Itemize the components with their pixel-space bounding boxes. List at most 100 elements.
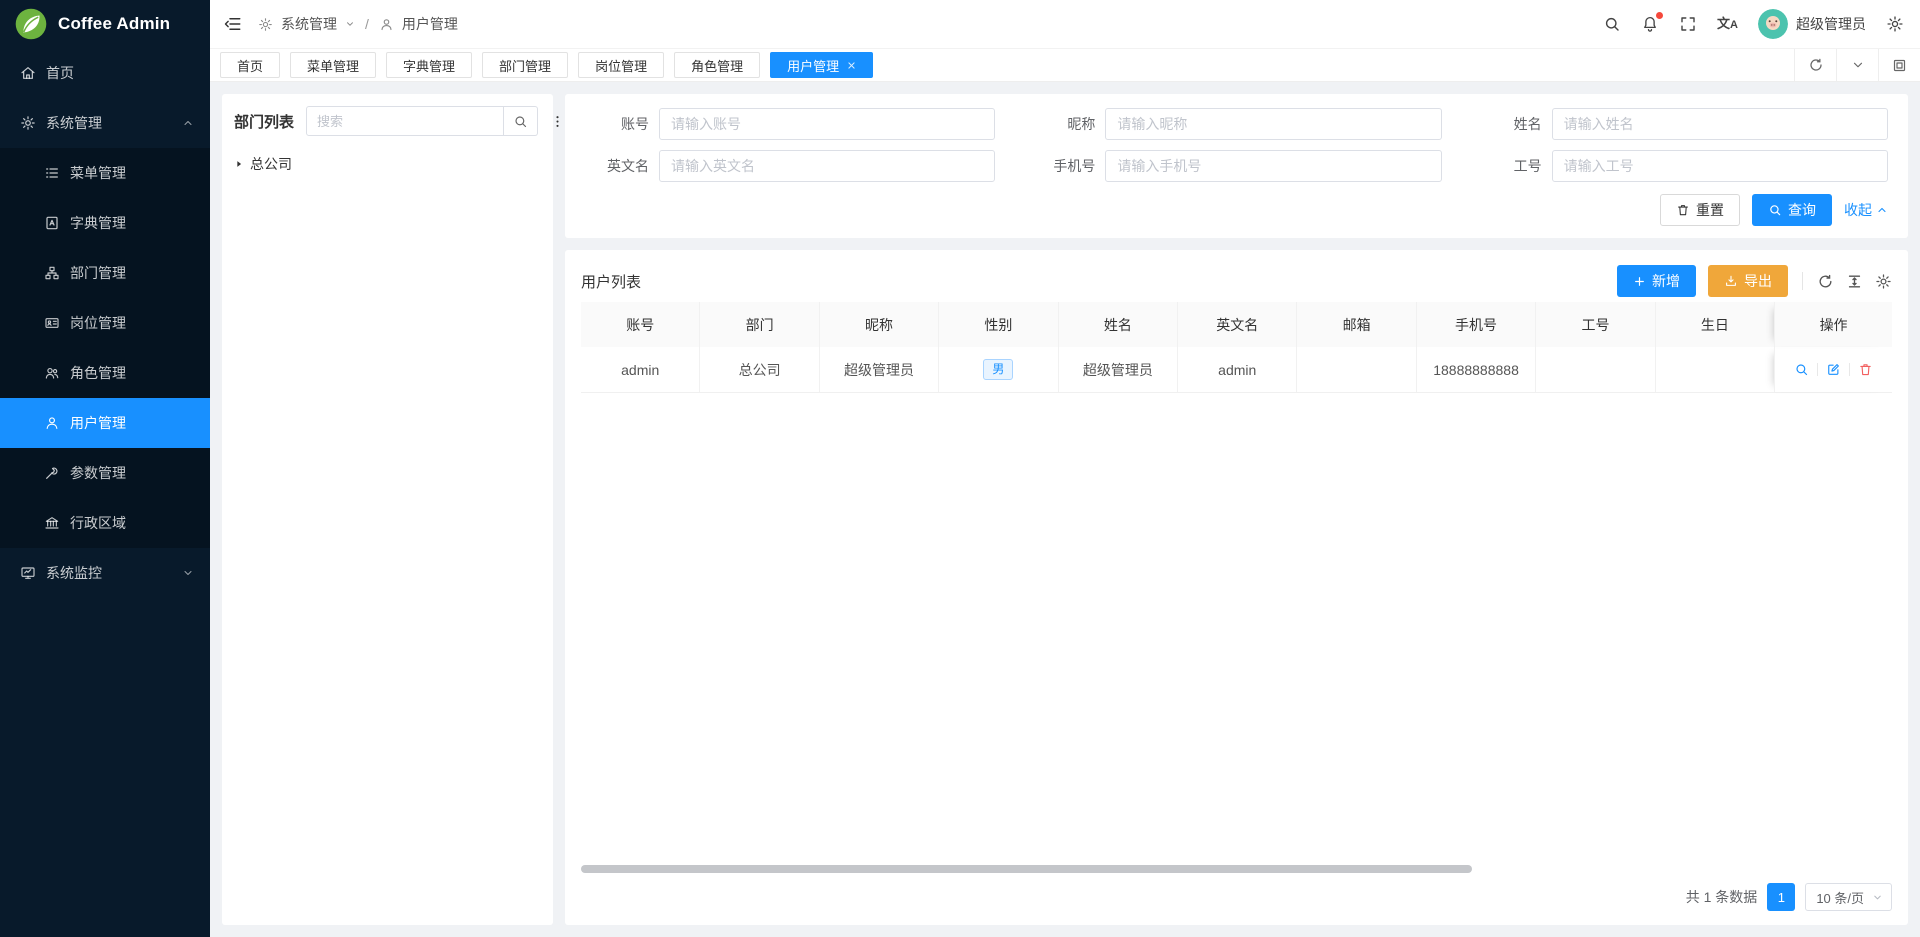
row-height-button[interactable] — [1846, 273, 1863, 290]
field-label: 英文名 — [585, 156, 649, 176]
table-header-row: 账号 部门 昵称 性别 姓名 英文名 邮箱 手机号 工号 生日 操作 — [581, 302, 1892, 347]
column-settings-button[interactable] — [1875, 273, 1892, 290]
settings-button[interactable] — [1886, 15, 1904, 33]
column-height-icon — [1846, 273, 1863, 290]
sidebar-item-label: 行政区域 — [70, 513, 126, 533]
export-button[interactable]: 导出 — [1708, 265, 1788, 297]
sidebar-item-menu-management[interactable]: 菜单管理 — [0, 148, 210, 198]
chevron-down-icon[interactable] — [345, 19, 355, 29]
cell-gender: 男 — [938, 347, 1057, 392]
collapse-form-link[interactable]: 收起 — [1844, 200, 1888, 220]
tab-refresh-button[interactable] — [1794, 49, 1836, 81]
account-input[interactable] — [659, 108, 995, 140]
tab-dropdown-button[interactable] — [1836, 49, 1878, 81]
page-1-button[interactable]: 1 — [1767, 883, 1795, 911]
sidebar-item-dept-management[interactable]: 部门管理 — [0, 248, 210, 298]
sidebar-item-role-management[interactable]: 角色管理 — [0, 348, 210, 398]
form-field-en-name: 英文名 — [585, 150, 995, 182]
sidebar-item-label: 岗位管理 — [70, 313, 126, 333]
user-table: 账号 部门 昵称 性别 姓名 英文名 邮箱 手机号 工号 生日 操作 — [581, 302, 1892, 393]
more-vertical-icon — [550, 114, 565, 129]
add-user-button[interactable]: 新增 — [1617, 265, 1696, 297]
col-nickname: 昵称 — [819, 302, 938, 347]
avatar — [1758, 9, 1788, 39]
sidebar-collapse-button[interactable] — [224, 15, 242, 33]
tab-role-management[interactable]: 角色管理 — [674, 52, 760, 78]
tab-user-management[interactable]: 用户管理 — [770, 52, 873, 78]
sidebar-item-param-management[interactable]: 参数管理 — [0, 448, 210, 498]
plus-icon — [1633, 275, 1646, 288]
cell-birthday — [1655, 347, 1774, 392]
form-actions: 重置 查询 收起 — [585, 194, 1888, 226]
dept-more-button[interactable] — [550, 114, 565, 129]
sidebar-item-dict-management[interactable]: 字典管理 — [0, 198, 210, 248]
name-input[interactable] — [1552, 108, 1888, 140]
delete-row-button[interactable] — [1858, 362, 1873, 377]
form-field-phone: 手机号 — [1031, 150, 1441, 182]
sidebar-item-admin-region[interactable]: 行政区域 — [0, 498, 210, 548]
user-name: 超级管理员 — [1796, 14, 1866, 34]
user-menu[interactable]: 超级管理员 — [1758, 9, 1866, 39]
user-list-header: 用户列表 新增 导出 — [581, 260, 1892, 302]
user-list-title: 用户列表 — [581, 271, 641, 292]
gear-icon — [1886, 15, 1904, 33]
caret-right-icon[interactable] — [234, 159, 244, 169]
sidebar-item-post-management[interactable]: 岗位管理 — [0, 298, 210, 348]
field-label: 手机号 — [1031, 156, 1095, 176]
cell-phone: 18888888888 — [1416, 347, 1535, 392]
table-refresh-button[interactable] — [1817, 273, 1834, 290]
sidebar-item-system-management[interactable]: 系统管理 — [0, 98, 210, 148]
dept-search-button[interactable] — [504, 106, 538, 136]
en-name-input[interactable] — [659, 150, 995, 182]
dept-search-input[interactable] — [306, 106, 504, 136]
main-area: 系统管理 / 用户管理 文A 超级管理员 — [210, 0, 1920, 937]
edit-icon — [1826, 362, 1841, 377]
notification-badge-dot — [1656, 12, 1663, 19]
view-row-button[interactable] — [1794, 362, 1809, 377]
id-card-icon — [44, 315, 60, 331]
tree-item-company[interactable]: 总公司 — [234, 150, 541, 178]
pagination-total: 共 1 条数据 — [1686, 887, 1758, 907]
collapse-label: 收起 — [1844, 200, 1872, 220]
language-switch-button[interactable]: 文A — [1717, 17, 1738, 31]
breadcrumb-page[interactable]: 用户管理 — [402, 14, 458, 34]
sidebar-item-user-management[interactable]: 用户管理 — [0, 398, 210, 448]
global-search-button[interactable] — [1603, 15, 1621, 33]
query-button[interactable]: 查询 — [1752, 194, 1832, 226]
scrollbar-thumb[interactable] — [581, 865, 1472, 873]
col-actions: 操作 — [1774, 302, 1892, 347]
chevron-down-icon — [1851, 58, 1865, 72]
add-label: 新增 — [1652, 271, 1680, 291]
breadcrumb-section[interactable]: 系统管理 — [281, 14, 337, 34]
tab-close-icon[interactable] — [847, 61, 856, 70]
nickname-input[interactable] — [1105, 108, 1441, 140]
job-no-input[interactable] — [1552, 150, 1888, 182]
sidebar-item-home[interactable]: 首页 — [0, 48, 210, 98]
trash-icon — [1858, 362, 1873, 377]
refresh-icon — [1808, 57, 1824, 73]
notifications-button[interactable] — [1641, 15, 1659, 33]
content-fullscreen-button[interactable] — [1878, 49, 1920, 81]
page-size-select[interactable]: 10 条/页 — [1805, 883, 1892, 911]
sidebar-item-label: 参数管理 — [70, 463, 126, 483]
cell-en-name: admin — [1177, 347, 1296, 392]
edit-row-button[interactable] — [1826, 362, 1841, 377]
col-account: 账号 — [581, 302, 699, 347]
app-root: Coffee Admin 首页 系统管理 菜单管理 字典管理 — [0, 0, 1920, 937]
tab-dict-management[interactable]: 字典管理 — [386, 52, 472, 78]
sidebar-item-system-monitor[interactable]: 系统监控 — [0, 548, 210, 598]
chevron-down-icon — [1872, 892, 1883, 903]
tab-post-management[interactable]: 岗位管理 — [578, 52, 664, 78]
tab-controls — [1794, 49, 1920, 81]
tab-menu-management[interactable]: 菜单管理 — [290, 52, 376, 78]
refresh-icon — [1817, 273, 1834, 290]
fullscreen-button[interactable] — [1679, 15, 1697, 33]
phone-input[interactable] — [1105, 150, 1441, 182]
reset-button[interactable]: 重置 — [1660, 194, 1740, 226]
search-icon — [1603, 15, 1621, 33]
user-list-card: 用户列表 新增 导出 — [565, 250, 1908, 925]
tab-dept-management[interactable]: 部门管理 — [482, 52, 568, 78]
tab-home[interactable]: 首页 — [220, 52, 280, 78]
list-toolbar: 新增 导出 — [1617, 265, 1892, 297]
app-logo: Coffee Admin — [0, 0, 210, 48]
